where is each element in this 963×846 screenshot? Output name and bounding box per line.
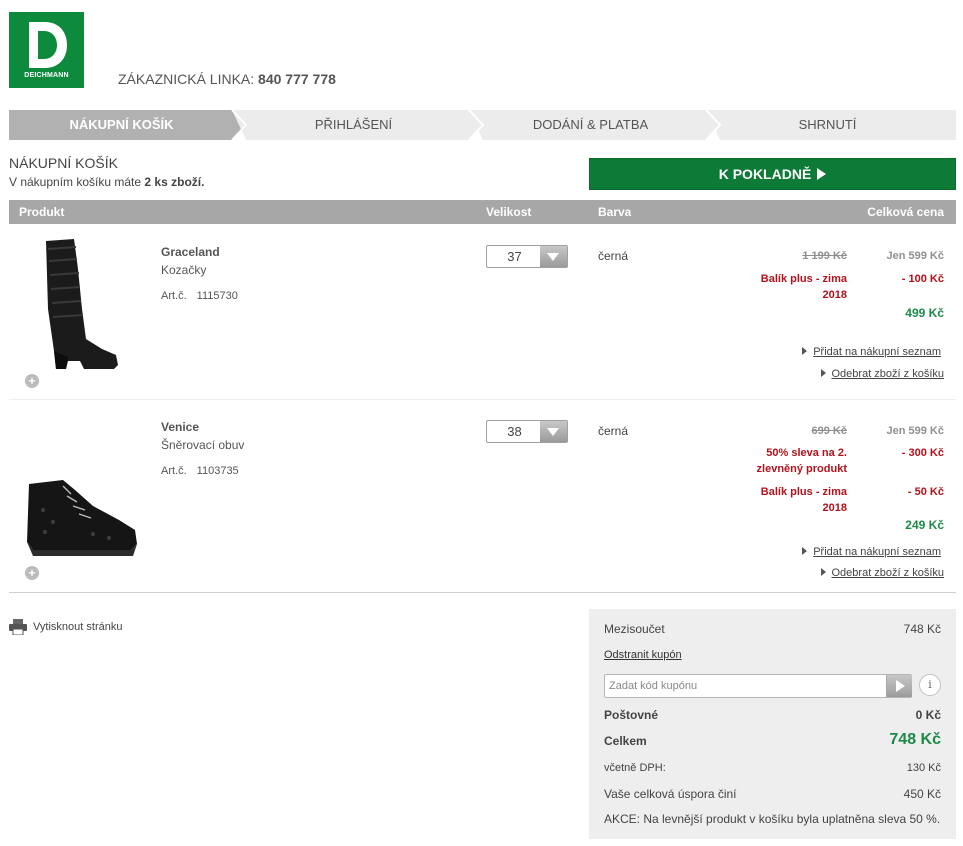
chevron-down-icon — [540, 421, 567, 442]
step-summary[interactable]: SHRNUTÍ — [715, 110, 940, 140]
checkout-label: K POKLADNĚ — [718, 166, 812, 182]
deichmann-logo[interactable]: DEICHMANN — [9, 12, 84, 88]
product-color: černá — [598, 424, 629, 438]
subtotal-label: Mezisoučet — [604, 622, 665, 636]
total-row: Celkem 748 Kč — [604, 731, 941, 748]
product-color: černá — [598, 249, 629, 263]
cart-item-row: + Graceland Kozačky Art.č. 1115730 37 čer… — [9, 225, 956, 400]
coupon-submit-button[interactable] — [886, 675, 912, 697]
savings-row: Vaše celková úspora činí 450 Kč — [604, 787, 941, 801]
article-number: 1115730 — [196, 290, 238, 302]
savings-value: 450 Kč — [903, 787, 941, 801]
subtotal-value: 748 Kč — [903, 622, 941, 636]
vat-label: včetně DPH: — [604, 762, 666, 774]
add-to-list-link[interactable]: Přidat na nákupní seznam — [802, 546, 941, 558]
header-size: Velikost — [486, 205, 532, 219]
coupon-input[interactable] — [604, 674, 912, 698]
product-image-sneaker[interactable] — [23, 480, 139, 562]
product-type: Kozačky — [161, 263, 207, 277]
shipping-label: Poštovné — [604, 708, 659, 722]
logo-text: DEICHMANN — [24, 72, 69, 79]
print-label: Vytisknout stránku — [33, 621, 123, 633]
remove-item-label: Odebrat zboží z košíku — [831, 368, 945, 380]
size-value: 37 — [507, 249, 522, 264]
original-price: 1 199 Kč — [802, 250, 847, 262]
add-to-list-label: Přidat na nákupní seznam — [813, 546, 941, 558]
size-select[interactable]: 37 — [486, 245, 568, 268]
vat-value: 130 Kč — [906, 762, 941, 774]
original-price: 699 Kč — [811, 425, 847, 437]
add-to-list-label: Přidat na nákupní seznam — [813, 346, 941, 358]
play-arrow-icon — [817, 168, 827, 180]
checkout-button[interactable]: K POKLADNĚ — [589, 158, 956, 190]
step-cart: NÁKUPNÍ KOŠÍK — [69, 117, 174, 132]
total-value: 748 Kč — [889, 731, 941, 748]
triangle-right-icon — [802, 347, 808, 355]
triangle-right-icon — [802, 547, 808, 555]
hotline-number: 840 777 778 — [258, 71, 336, 87]
product-article: Art.č. 1103735 — [161, 465, 239, 477]
article-label: Art.č. — [161, 465, 187, 477]
customer-hotline: ZÁKAZNICKÁ LINKA: 840 777 778 — [118, 71, 336, 87]
product-name[interactable]: Graceland — [161, 245, 220, 259]
article-label: Art.č. — [161, 290, 187, 302]
remove-item-link[interactable]: Odebrat zboží z košíku — [820, 368, 945, 380]
promo-amount: - 300 Kč — [901, 447, 944, 459]
print-page-link[interactable]: Vytisknout stránku — [9, 619, 122, 635]
step-login[interactable]: PŘIHLÁŠENÍ — [241, 110, 466, 140]
checkout-steps: NÁKUPNÍ KOŠÍK PŘIHLÁŠENÍ DODÁNÍ & PLATBA… — [9, 110, 956, 140]
header-total: Celková cena — [867, 205, 944, 219]
promo-note: AKCE: Na levnější produkt v košíku byla … — [604, 812, 941, 826]
remove-item-link[interactable]: Odebrat zboží z košíku — [820, 567, 945, 579]
product-article: Art.č. 1115730 — [161, 290, 238, 302]
product-type: Šněrovací obuv — [161, 438, 245, 452]
zoom-plus-icon[interactable]: + — [25, 566, 39, 580]
final-price: 499 Kč — [905, 306, 944, 320]
chevron-down-icon — [540, 246, 567, 267]
promo-text: Balík plus - zima 2018 — [760, 273, 847, 301]
header-product: Produkt — [19, 205, 65, 219]
subtotal-row: Mezisoučet 748 Kč — [604, 622, 941, 636]
cart-count-value: 2 ks zboží. — [144, 175, 205, 189]
info-icon[interactable]: i — [919, 674, 941, 696]
step-delivery-payment[interactable]: DODÁNÍ & PLATBA — [478, 110, 703, 140]
promo-amount: - 100 Kč — [901, 273, 944, 285]
triangle-right-icon — [820, 369, 826, 377]
savings-label: Vaše celková úspora činí — [604, 787, 737, 801]
product-name[interactable]: Venice — [161, 420, 199, 434]
hotline-label: ZÁKAZNICKÁ LINKA: — [118, 71, 255, 87]
promo-text: Balík plus - zima 2018 — [760, 486, 847, 514]
logo-d-icon — [29, 22, 67, 68]
size-value: 38 — [507, 424, 522, 439]
promo-amount: - 50 Kč — [907, 486, 944, 498]
cart-table-header: Produkt Velikost Barva Celková cena — [9, 200, 956, 224]
article-number: 1103735 — [196, 465, 239, 477]
printer-icon — [9, 619, 27, 635]
order-summary: Mezisoučet 748 Kč Odstranit kupón i Pošt… — [589, 609, 956, 839]
total-label: Celkem — [604, 734, 647, 748]
header-color: Barva — [598, 205, 632, 219]
size-select[interactable]: 38 — [486, 420, 568, 443]
shipping-row: Poštovné 0 Kč — [604, 708, 941, 722]
cart-bottom-divider — [9, 592, 956, 593]
triangle-right-icon — [820, 568, 826, 576]
remove-item-label: Odebrat zboží z košíku — [831, 567, 945, 579]
cart-count-text: V nákupním košíku máte 2 ks zboží. — [9, 175, 204, 189]
page-title: NÁKUPNÍ KOŠÍK — [9, 155, 118, 171]
remove-coupon-link[interactable]: Odstranit kupón — [604, 649, 682, 661]
reduced-price: Jen 599 Kč — [886, 425, 944, 437]
add-to-list-link[interactable]: Přidat na nákupní seznam — [802, 346, 941, 358]
cart-count-prefix: V nákupním košíku máte — [9, 175, 142, 189]
cart-item-row: + Venice Šněrovací obuv Art.č. 1103735 38… — [9, 400, 956, 590]
product-image-boot[interactable] — [34, 239, 124, 371]
final-price: 249 Kč — [905, 518, 944, 532]
shipping-value: 0 Kč — [915, 708, 941, 722]
reduced-price: Jen 599 Kč — [886, 250, 944, 262]
zoom-plus-icon[interactable]: + — [25, 374, 39, 388]
promo-text: 50% sleva na 2. zlevněný produkt — [756, 447, 847, 475]
vat-row: včetně DPH: 130 Kč — [604, 762, 941, 774]
